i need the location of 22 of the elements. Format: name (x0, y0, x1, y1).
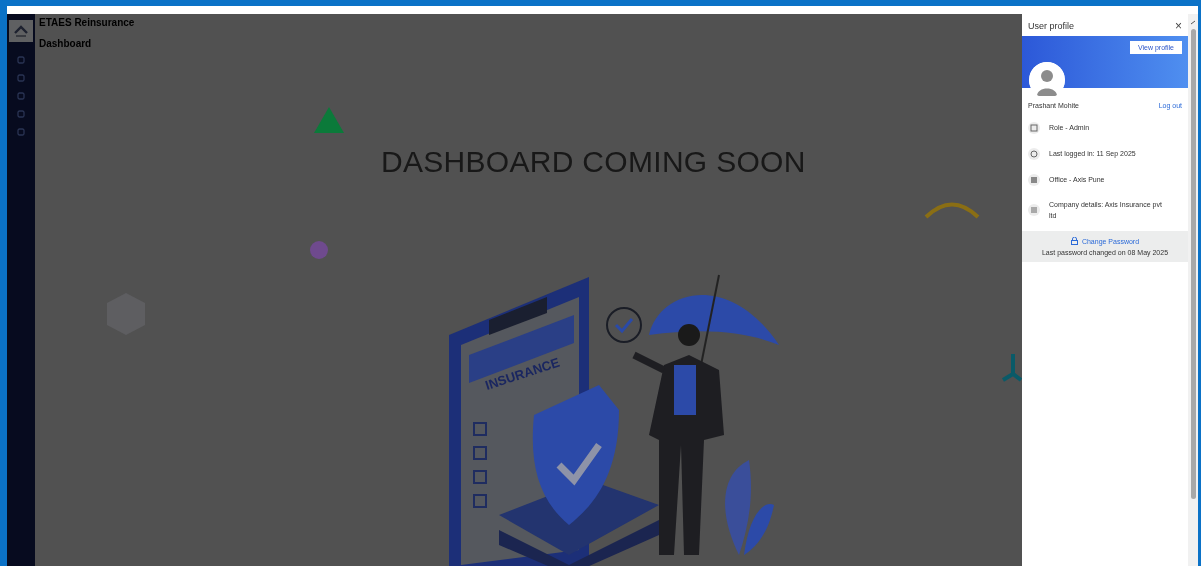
app-title: ETAES Reinsurance (39, 17, 135, 28)
coming-soon-heading: DASHBOARD COMING SOON (381, 145, 806, 179)
nav-icon[interactable] (17, 74, 25, 82)
role-icon (1028, 122, 1040, 134)
login-icon (1028, 148, 1040, 160)
close-button[interactable]: × (1175, 20, 1182, 32)
nav-icon[interactable] (17, 110, 25, 118)
company-icon (1028, 204, 1040, 217)
cross-shape (1001, 352, 1022, 382)
avatar-icon (1029, 62, 1065, 98)
lock-icon (1070, 237, 1078, 246)
triangle-shape (313, 106, 345, 134)
app-logo[interactable] (9, 20, 33, 42)
expand-icon[interactable] (1190, 20, 1196, 25)
office-icon (1028, 174, 1040, 186)
panel-title: User profile (1028, 21, 1074, 31)
nav-icon[interactable] (17, 56, 25, 64)
nav-icon[interactable] (17, 92, 25, 100)
circle-shape (309, 240, 329, 260)
breadcrumb: Dashboard (39, 38, 92, 49)
scrollbar[interactable] (1190, 29, 1196, 499)
nav-icon[interactable] (17, 128, 25, 136)
